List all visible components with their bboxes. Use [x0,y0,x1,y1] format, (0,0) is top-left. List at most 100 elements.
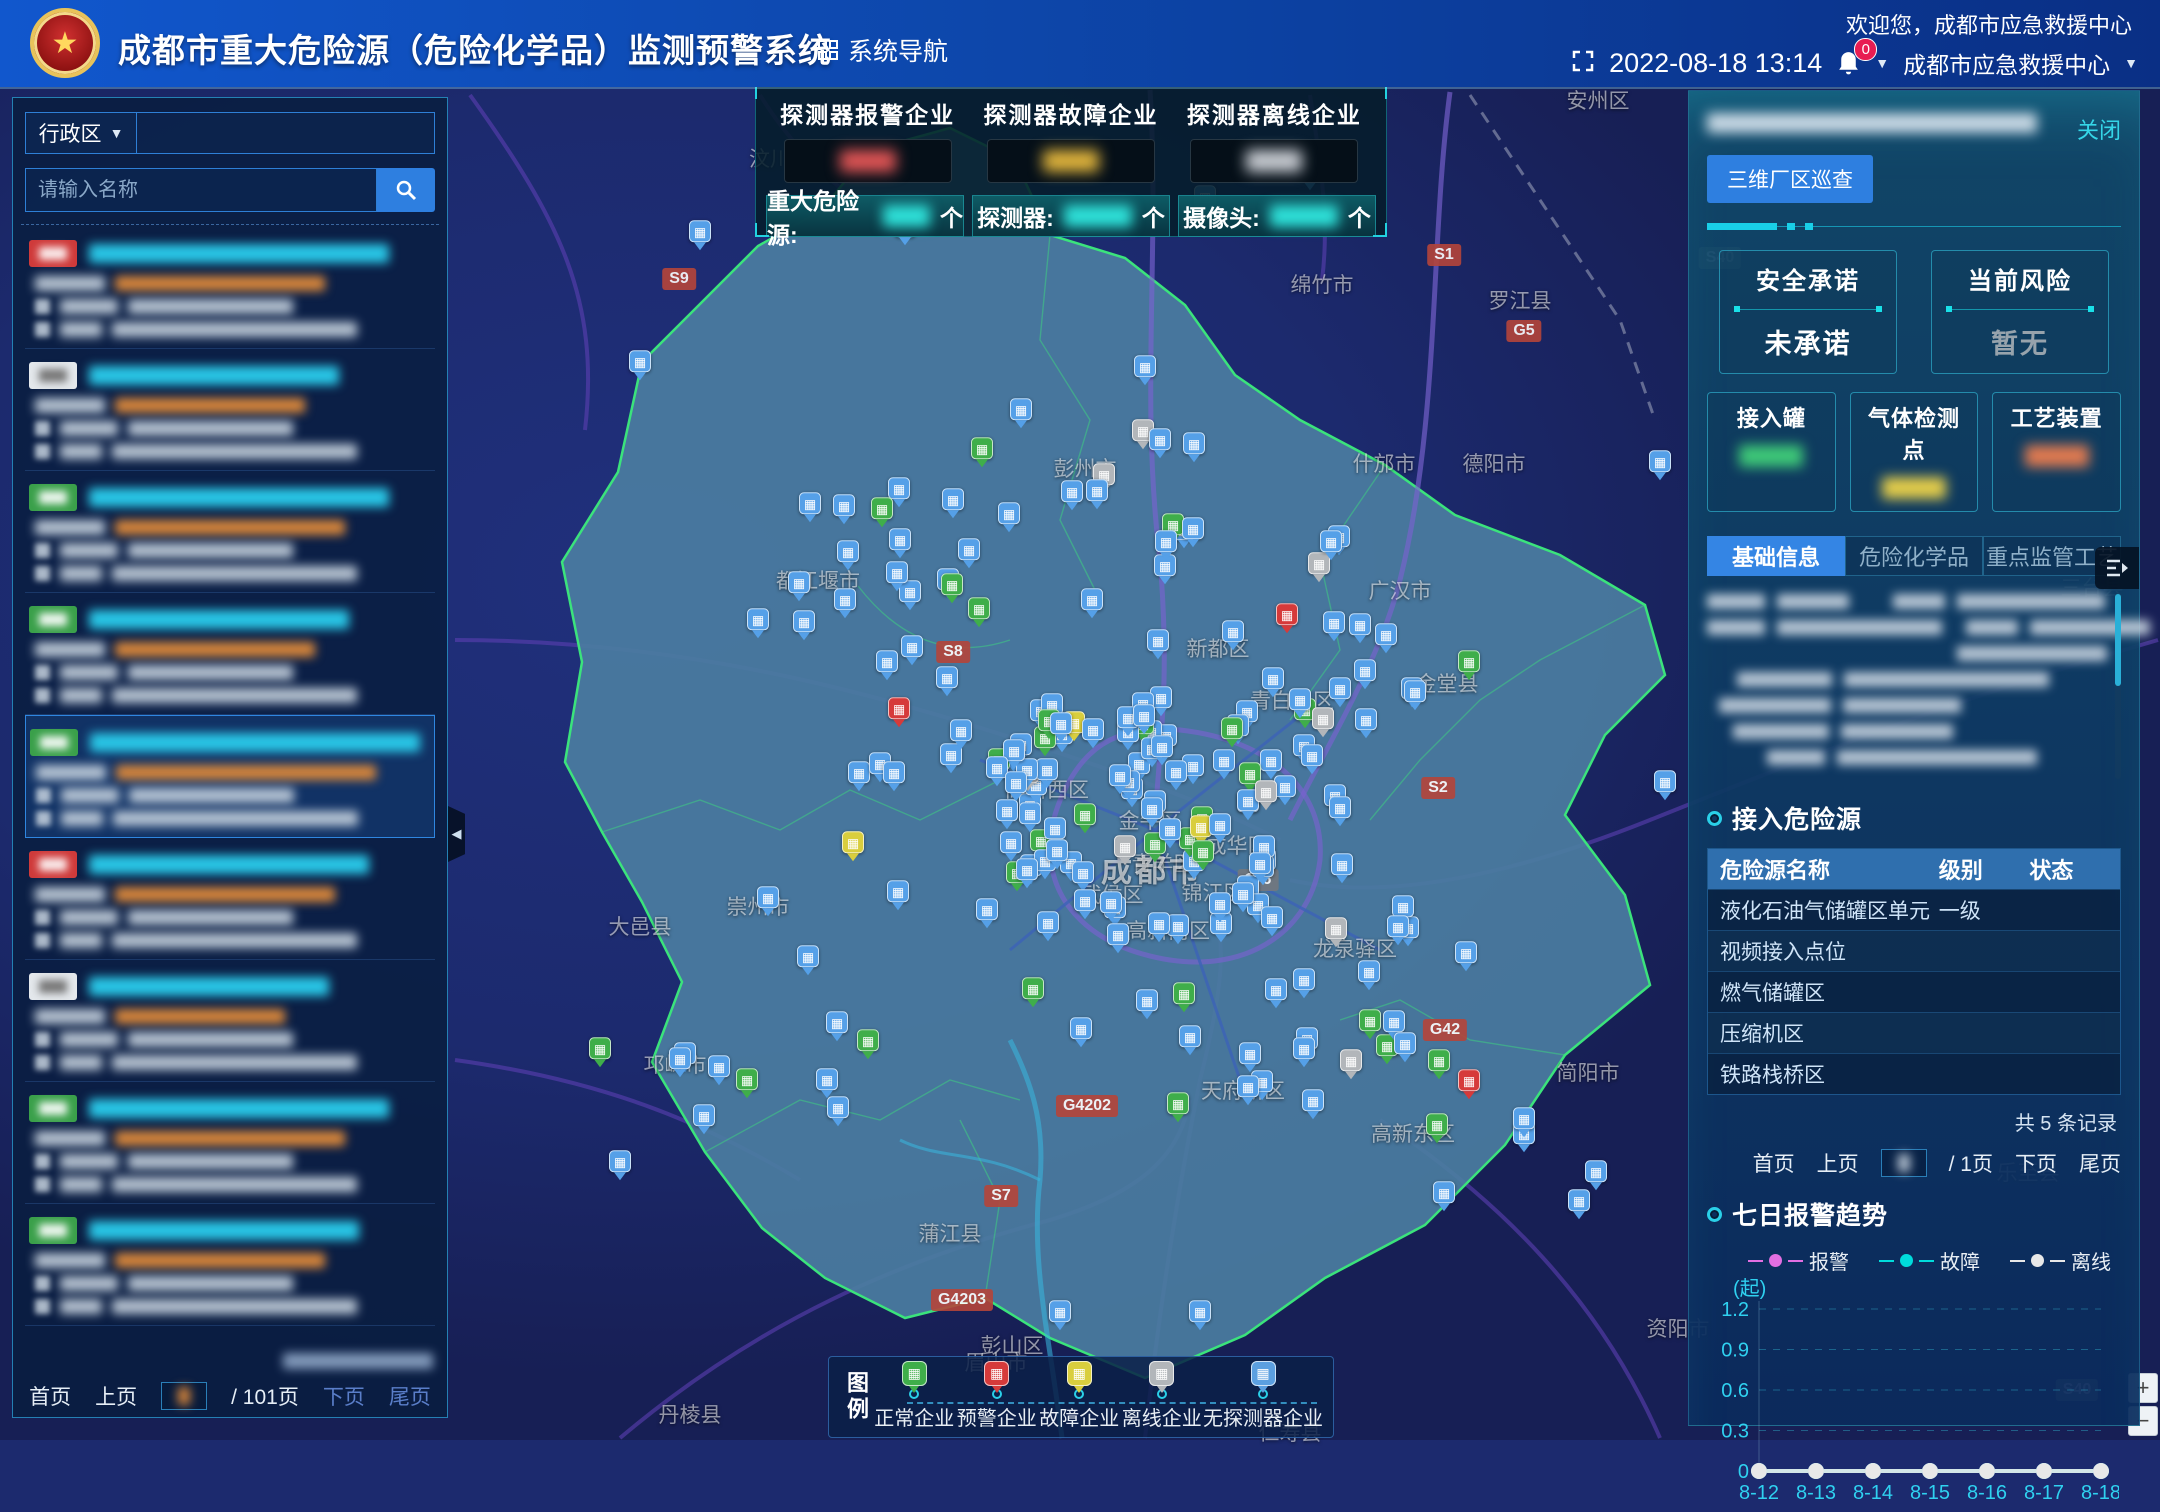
map-marker-blue[interactable]: ▦ [747,608,769,630]
map-marker-blue[interactable]: ▦ [833,494,855,516]
map-marker-blue[interactable]: ▦ [1183,432,1205,454]
map-marker-blue[interactable]: ▦ [816,1068,838,1090]
map-marker-blue[interactable]: ▦ [793,610,815,632]
map-marker-blue[interactable]: ▦ [1355,708,1377,730]
map-marker-yellow[interactable]: ▦ [842,831,864,853]
map-marker-green[interactable]: ▦ [1428,1049,1450,1071]
map-marker-blue[interactable]: ▦ [1329,677,1351,699]
map-marker-red[interactable]: ▦ [888,697,910,719]
map-marker-blue[interactable]: ▦ [1165,760,1187,782]
map-marker-blue[interactable]: ▦ [1005,771,1027,793]
map-marker-blue[interactable]: ▦ [1387,915,1409,937]
map-marker-blue[interactable]: ▦ [757,886,779,908]
last-page-button[interactable]: 尾页 [2079,1148,2121,1178]
map-marker-green[interactable]: ▦ [736,1068,758,1090]
map-marker-blue[interactable]: ▦ [827,1096,849,1118]
map-marker-blue[interactable]: ▦ [1232,882,1254,904]
map-marker-red[interactable]: ▦ [1458,1069,1480,1091]
map-marker-blue[interactable]: ▦ [876,650,898,672]
map-marker-blue[interactable]: ▦ [1323,611,1345,633]
map-marker-blue[interactable]: ▦ [1249,852,1271,874]
map-marker-blue[interactable]: ▦ [1222,620,1244,642]
map-marker-gray[interactable]: ▦ [1312,707,1334,729]
chevron-down-icon[interactable]: ▼ [2124,55,2138,71]
map-marker-blue[interactable]: ▦ [1301,744,1323,766]
map-marker-blue[interactable]: ▦ [888,477,910,499]
fullscreen-icon[interactable] [1571,49,1595,78]
map-marker-blue[interactable]: ▦ [1050,712,1072,734]
map-marker-blue[interactable]: ▦ [689,220,711,242]
map-marker-blue[interactable]: ▦ [708,1055,730,1077]
map-marker-green[interactable]: ▦ [1426,1113,1448,1135]
map-marker-blue[interactable]: ▦ [1159,818,1181,840]
map-marker-blue[interactable]: ▦ [1404,680,1426,702]
map-marker-blue[interactable]: ▦ [669,1047,691,1069]
first-page-button[interactable]: 首页 [1753,1148,1795,1178]
map-marker-blue[interactable]: ▦ [1134,355,1156,377]
enterprise-list-item[interactable] [25,471,435,593]
district-value-input[interactable] [137,112,435,154]
map-marker-blue[interactable]: ▦ [1044,817,1066,839]
map-marker-blue[interactable]: ▦ [834,588,856,610]
map-marker-blue[interactable]: ▦ [942,488,964,510]
map-marker-blue[interactable]: ▦ [886,561,908,583]
next-page-button[interactable]: 下页 [323,1381,365,1411]
scrollbar-thumb[interactable] [2115,594,2121,686]
enterprise-list-item[interactable] [25,715,435,838]
map-marker-blue[interactable]: ▦ [1260,749,1282,771]
map-marker-blue[interactable]: ▦ [1133,704,1155,726]
map-marker-blue[interactable]: ▦ [1375,623,1397,645]
map-marker-blue[interactable]: ▦ [1349,613,1371,635]
map-marker-green[interactable]: ▦ [941,573,963,595]
map-marker-blue[interactable]: ▦ [936,666,958,688]
org-menu[interactable]: 成都市应急救援中心 [1903,46,2110,80]
map-marker-blue[interactable]: ▦ [883,761,905,783]
map-marker-gray[interactable]: ▦ [1255,780,1277,802]
map-marker-green[interactable]: ▦ [1074,803,1096,825]
map-marker-green[interactable]: ▦ [1221,717,1243,739]
map-marker-blue[interactable]: ▦ [693,1104,715,1126]
chart-legend-item[interactable]: 故障 [1879,1246,1980,1275]
map-marker-blue[interactable]: ▦ [1274,775,1296,797]
map-marker-green[interactable]: ▦ [1167,1092,1189,1114]
map-marker-green[interactable]: ▦ [857,1029,879,1051]
search-input[interactable] [25,168,377,212]
enterprise-list-item[interactable] [25,349,435,471]
prev-page-button[interactable]: 上页 [95,1381,137,1411]
map-marker-blue[interactable]: ▦ [1239,1042,1261,1064]
enterprise-list-item[interactable] [25,960,435,1082]
tab-hazardous-chemicals[interactable]: 危险化学品 [1845,536,1983,576]
map-marker-gray[interactable]: ▦ [1114,835,1136,857]
map-marker-blue[interactable]: ▦ [1070,1017,1092,1039]
map-marker-blue[interactable]: ▦ [1081,588,1103,610]
map-marker-blue[interactable]: ▦ [1086,479,1108,501]
sidebar-collapse-handle[interactable]: ◀ [448,806,465,862]
map-marker-blue[interactable]: ▦ [1331,853,1353,875]
map-marker-blue[interactable]: ▦ [1293,968,1315,990]
map-marker-blue[interactable]: ▦ [1148,912,1170,934]
map-marker-green[interactable]: ▦ [1458,650,1480,672]
map-marker-blue[interactable]: ▦ [1433,1181,1455,1203]
map-marker-blue[interactable]: ▦ [1016,858,1038,880]
table-row[interactable]: 液化石油气储罐区单元 一级 [1708,889,2120,930]
map-marker-blue[interactable]: ▦ [797,945,819,967]
chart-legend-item[interactable]: 报警 [1748,1246,1849,1275]
map-marker-blue[interactable]: ▦ [1209,813,1231,835]
first-page-button[interactable]: 首页 [29,1381,71,1411]
map-marker-blue[interactable]: ▦ [901,635,923,657]
map-marker-blue[interactable]: ▦ [1136,989,1158,1011]
map-marker-blue[interactable]: ▦ [958,538,980,560]
enterprise-list-item[interactable] [25,593,435,715]
next-page-button[interactable]: 下页 [2015,1148,2057,1178]
last-page-button[interactable]: 尾页 [389,1381,431,1411]
map-marker-green[interactable]: ▦ [968,597,990,619]
map-marker-blue[interactable]: ▦ [950,719,972,741]
tab-basic-info[interactable]: 基础信息 [1707,536,1845,576]
notifications-bell[interactable]: 0 [1836,50,1861,77]
map-marker-blue[interactable]: ▦ [1358,960,1380,982]
prev-page-button[interactable]: 上页 [1817,1148,1859,1178]
map-marker-blue[interactable]: ▦ [1049,1300,1071,1322]
chart-legend-item[interactable]: 离线 [2010,1246,2111,1275]
map-marker-blue[interactable]: ▦ [826,1011,848,1033]
map-marker-blue[interactable]: ▦ [1265,978,1287,1000]
